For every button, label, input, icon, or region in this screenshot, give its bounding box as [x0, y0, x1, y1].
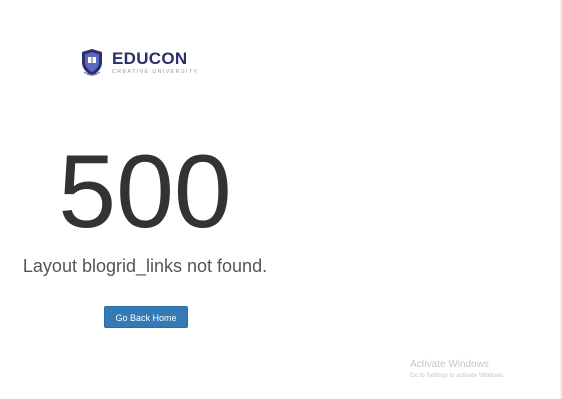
go-back-home-button[interactable]: Go Back Home	[104, 306, 188, 328]
educon-logo[interactable]: EDUCON CREATIVE UNIVERSITY	[80, 48, 198, 78]
logo-tagline: CREATIVE UNIVERSITY	[112, 69, 199, 76]
error-message: Layout blogrid_links not found.	[22, 256, 268, 276]
activate-windows-watermark: Activate Windows Go to Settings to activ…	[410, 358, 505, 381]
error-code: 500	[58, 134, 232, 250]
logo-name: EDUCON	[112, 49, 188, 69]
university-crest-icon	[82, 49, 102, 76]
watermark-title: Activate Windows	[410, 359, 489, 370]
watermark-subtitle: Go to Settings to activate Windows.	[410, 373, 505, 379]
error-page: EDUCON CREATIVE UNIVERSITY 500 Layout bl…	[0, 0, 560, 399]
